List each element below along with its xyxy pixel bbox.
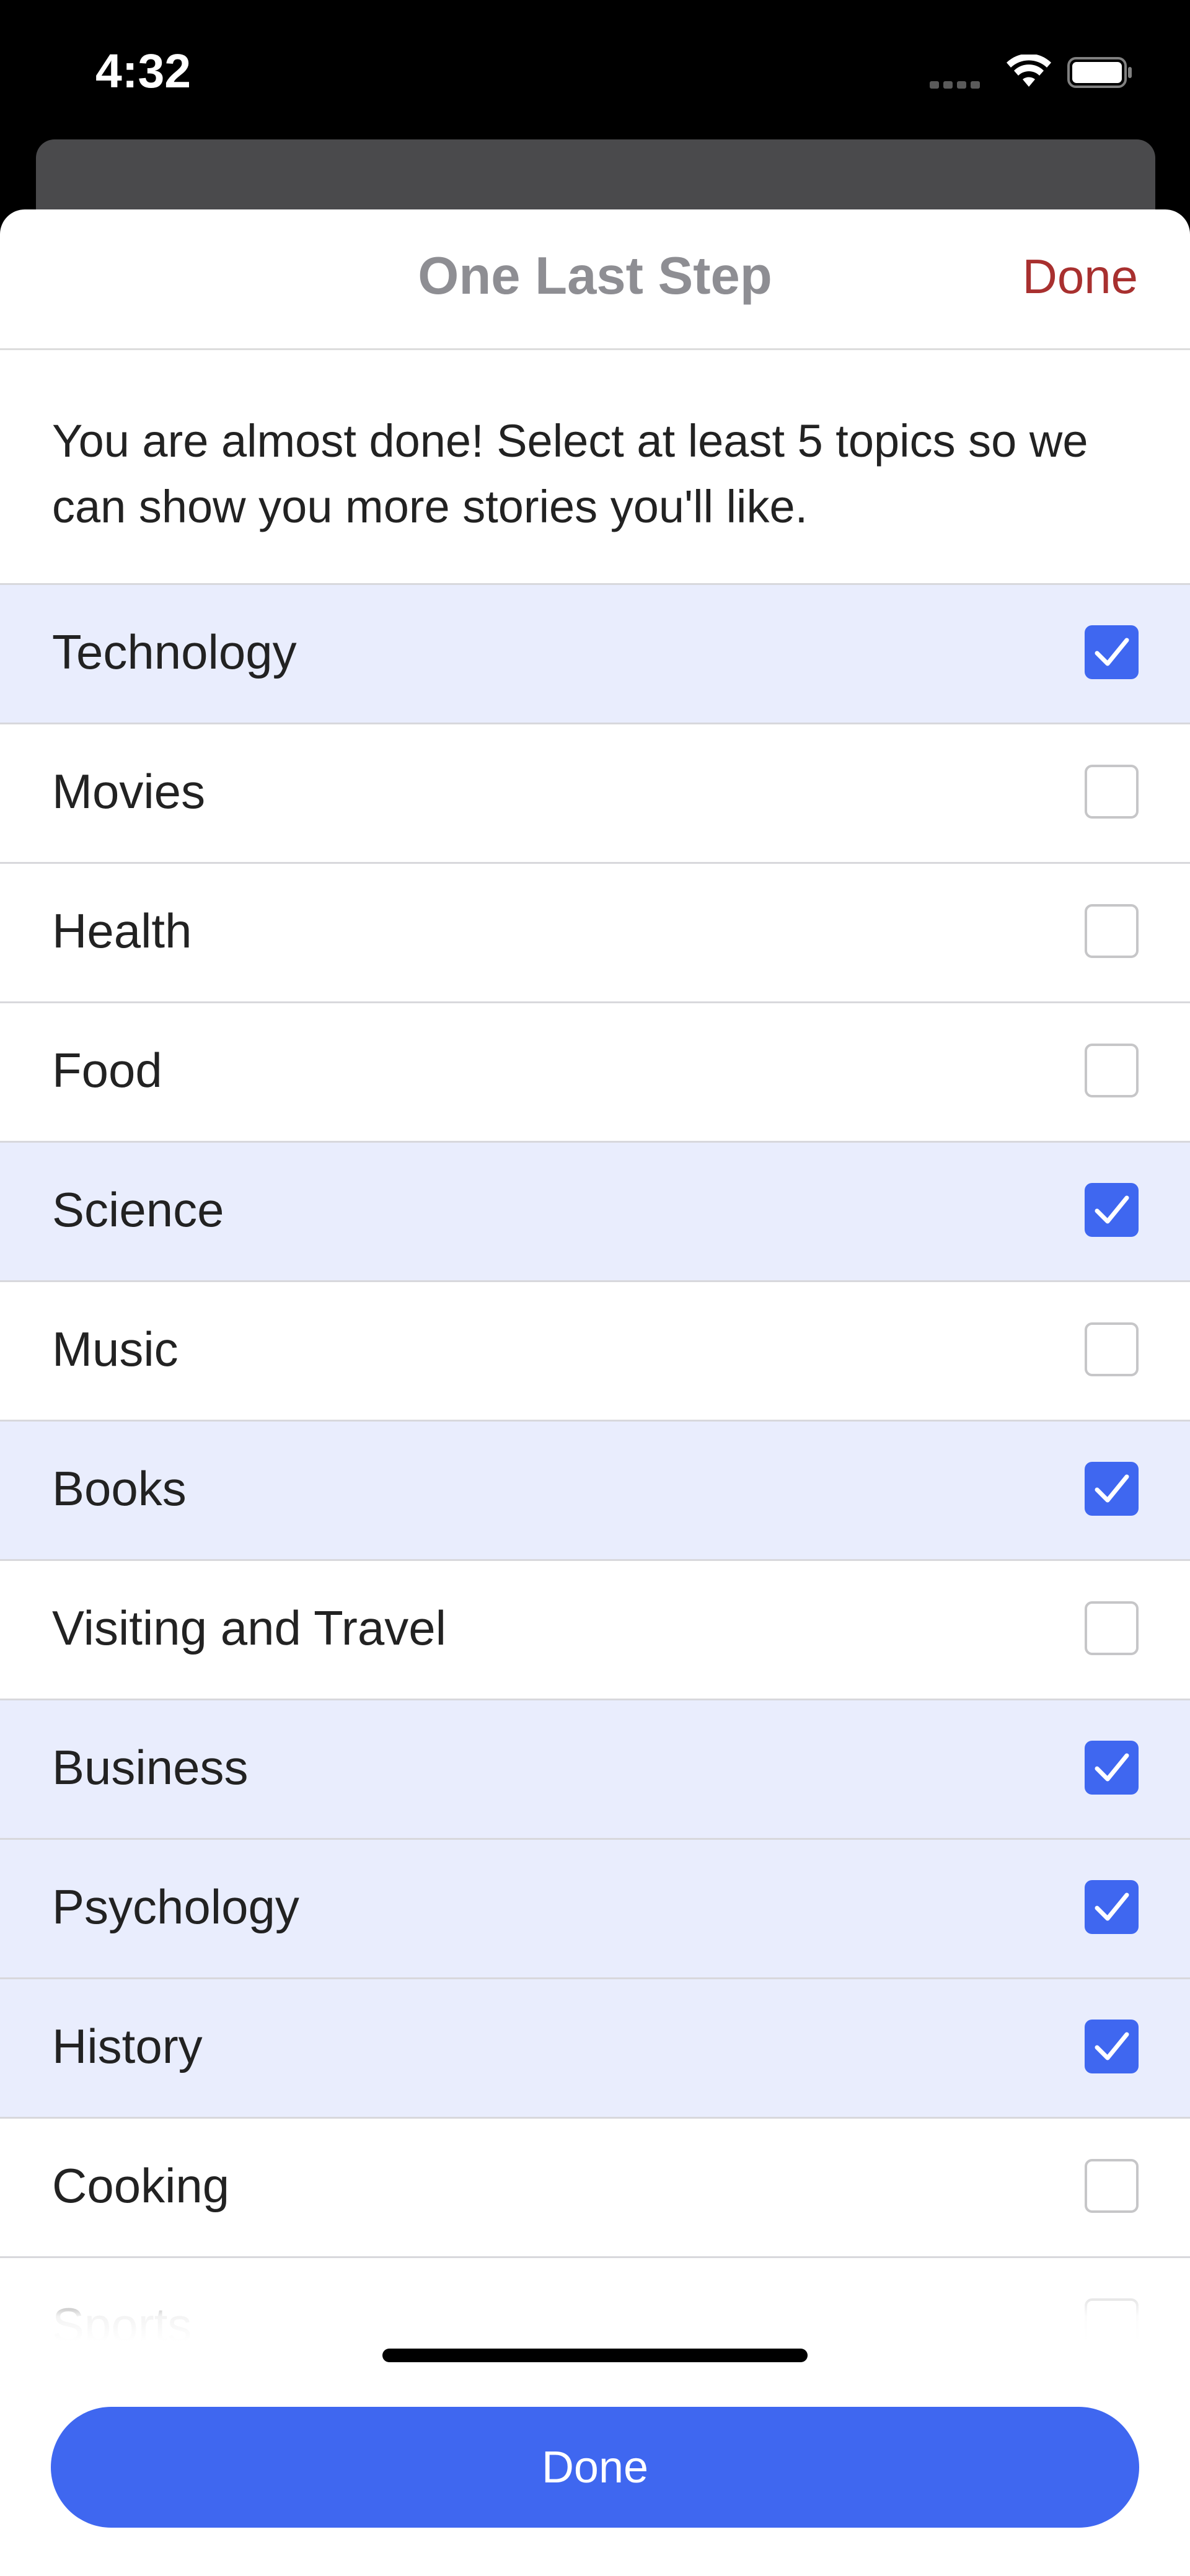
- topic-checkbox[interactable]: [1085, 625, 1139, 679]
- topic-label: Technology: [52, 625, 297, 679]
- topic-checkbox[interactable]: [1085, 1462, 1139, 1516]
- topic-label: Science: [52, 1182, 224, 1237]
- cellular-signal-icon: [930, 81, 985, 89]
- topics-sheet: One Last Step Done You are almost done! …: [0, 209, 1190, 2576]
- intro-text: You are almost done! Select at least 5 t…: [52, 415, 1088, 532]
- topic-checkbox[interactable]: [1085, 1601, 1139, 1655]
- topic-row[interactable]: Music: [0, 1280, 1190, 1420]
- topic-row[interactable]: Health: [0, 862, 1190, 1001]
- topic-row[interactable]: History: [0, 1977, 1190, 2117]
- topic-row[interactable]: Books: [0, 1420, 1190, 1559]
- topic-checkbox[interactable]: [1085, 1044, 1139, 1097]
- topic-row[interactable]: Technology: [0, 583, 1190, 723]
- checkmark-icon: [1095, 1753, 1129, 1782]
- topic-row[interactable]: Science: [0, 1141, 1190, 1280]
- nav-done-button[interactable]: Done: [1023, 245, 1138, 307]
- navigation-bar: One Last Step Done: [0, 209, 1190, 350]
- topic-checkbox[interactable]: [1085, 1741, 1139, 1795]
- topic-row[interactable]: Food: [0, 1001, 1190, 1141]
- home-indicator: [382, 2349, 808, 2362]
- topic-label: Food: [52, 1043, 162, 1097]
- topic-row[interactable]: Psychology: [0, 1838, 1190, 1977]
- topic-row[interactable]: Visiting and Travel: [0, 1559, 1190, 1699]
- checkmark-icon: [1095, 1892, 1129, 1921]
- topic-label: Music: [52, 1322, 178, 1376]
- topic-checkbox[interactable]: [1085, 1322, 1139, 1376]
- wifi-icon: [1007, 55, 1051, 87]
- topic-list: Technology Movies Health Food Science Music Bo…: [0, 583, 1190, 2396]
- status-icons: [930, 55, 1140, 92]
- topic-checkbox[interactable]: [1085, 765, 1139, 819]
- topic-label: Visiting and Travel: [52, 1601, 446, 1655]
- status-time: 4:32: [95, 45, 192, 98]
- topic-label: Business: [52, 1740, 249, 1795]
- battery-icon: [1067, 57, 1132, 88]
- page-title: One Last Step: [418, 247, 772, 306]
- topic-checkbox[interactable]: [1085, 2159, 1139, 2213]
- topic-label: History: [52, 2019, 203, 2073]
- topic-row[interactable]: Movies: [0, 723, 1190, 862]
- topic-checkbox[interactable]: [1085, 1880, 1139, 1934]
- topic-label: Psychology: [52, 1879, 299, 1934]
- topic-checkbox[interactable]: [1085, 2020, 1139, 2073]
- topic-label: Movies: [52, 764, 206, 819]
- topic-label: Cooking: [52, 2158, 230, 2213]
- done-button[interactable]: Done: [51, 2407, 1139, 2528]
- checkmark-icon: [1095, 2032, 1129, 2060]
- topic-row[interactable]: Cooking: [0, 2117, 1190, 2256]
- checkmark-icon: [1095, 638, 1129, 666]
- topic-label: Health: [52, 903, 192, 958]
- topic-checkbox[interactable]: [1085, 904, 1139, 958]
- topic-checkbox[interactable]: [1085, 1183, 1139, 1237]
- topic-row[interactable]: Business: [0, 1699, 1190, 1838]
- topic-label: Books: [52, 1461, 187, 1516]
- checkmark-icon: [1095, 1195, 1129, 1224]
- screen: 4:32 One Last Step Done You are almost d…: [0, 0, 1190, 2576]
- checkmark-icon: [1095, 1474, 1129, 1503]
